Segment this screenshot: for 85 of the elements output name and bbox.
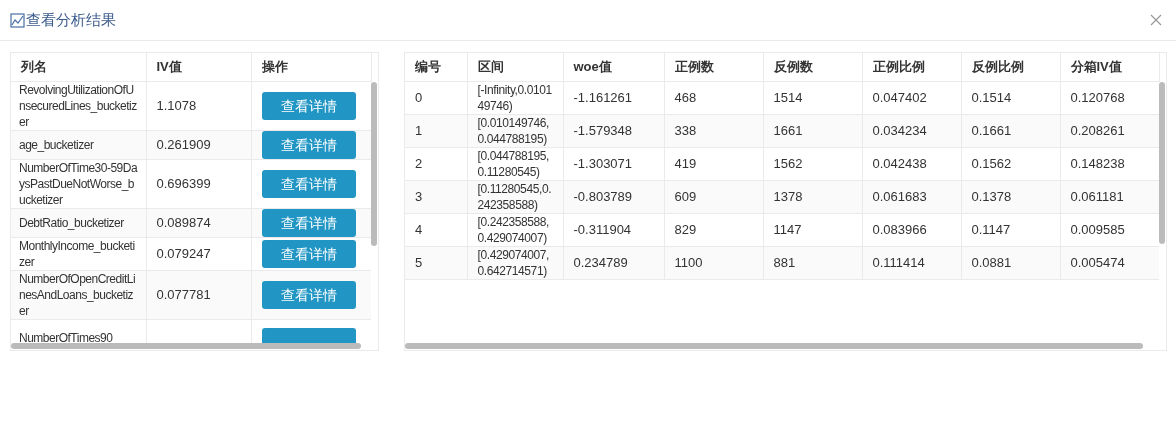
horizontal-scrollbar[interactable] [405,343,1143,349]
close-icon[interactable] [1150,14,1162,26]
table-cell: 0.061181 [1070,189,1124,204]
table-cell: 0.261909 [156,136,211,152]
table-cell: 0.009585 [1070,222,1125,237]
table-cell: NumberOfTime30-59DaysPastDueNotWorse_bucketizer [19,160,138,207]
chart-icon [10,12,25,28]
column-header: 操作 [261,59,288,74]
table-cell: -0.803789 [573,189,633,204]
column-header: 区间 [477,59,504,74]
column-header: woe值 [573,59,612,74]
view-details-button[interactable]: 查看详情 [261,208,356,237]
table-cell: [0.010149746,0.044788195) [477,116,550,146]
table-cell: RevolvingUtilizationOfUnsecuredLines_bucketizer [19,82,137,129]
view-details-button[interactable]: 查看详情 [261,130,356,159]
table-cell: 419 [674,156,697,171]
table-cell: NumberOfOpenCreditLinesAndLoans_bucketizer [19,271,136,318]
table-cell: 0.089874 [156,214,211,230]
table-cell: 0.148238 [1070,156,1125,171]
table-cell: -1.303071 [573,156,633,171]
table-cell: 0.034234 [872,123,927,138]
column-header: 编号 [415,59,441,74]
table-cell: DebtRatio_bucketizer [19,215,124,230]
table-cell: 0.208261 [1070,123,1125,138]
table-cell: 1661 [773,123,803,138]
table-cell: 1514 [773,89,803,105]
table-cell: [0.044788195,0.11280545) [477,149,550,179]
table-cell: [0.242358588,0.429074007) [477,215,550,245]
table-cell: 0.1378 [971,189,1012,204]
view-details-button[interactable]: 查看详情 [261,280,356,309]
table-cell: 609 [674,189,697,204]
view-details-button[interactable]: 查看详情 [261,91,356,120]
table-cell: -0.311904 [573,222,632,237]
table-cell: -1.161261 [573,89,633,105]
column-header: 正例比例 [872,59,925,74]
table-cell: MonthlyIncome_bucketizer [19,238,135,269]
view-details-button[interactable]: 查看详情 [261,239,356,268]
table-cell: 4 [415,222,423,237]
view-details-button[interactable]: 查看详情 [261,169,356,198]
vertical-scrollbar[interactable] [1159,82,1165,244]
horizontal-scrollbar[interactable] [11,343,361,349]
column-header: 反例比例 [971,59,1024,74]
table-cell: 2 [415,156,423,171]
table-cell: 0.111414 [872,255,925,270]
column-header: IV值 [156,59,182,74]
table-cell: 1 [415,123,423,138]
table-cell: 0.042438 [872,156,927,171]
table-cell: 0.1562 [971,156,1012,171]
table-cell: 829 [674,222,697,237]
table-cell: 0.061683 [872,189,927,204]
table-cell: [-Infinity,0.010149746) [477,82,552,113]
table-cell: [0.429074007,0.642714571) [477,248,550,278]
table-cell: 0.1661 [971,123,1012,138]
table-cell: 0.0881 [971,255,1012,270]
table-cell: 0.077781 [156,286,211,302]
table-cell: 0.234789 [573,255,628,270]
table-cell: 0.120768 [1070,89,1125,105]
table-cell: 881 [773,255,796,270]
table-cell: 468 [674,89,697,105]
table-cell: 0.1147 [971,222,1011,237]
table-cell: 1378 [773,189,803,204]
table-cell: 1562 [773,156,803,171]
table-cell: 5 [415,255,423,270]
table-cell: NumberOfTimes90 [19,330,113,344]
dialog-title: 查看分析结果 [26,9,116,30]
table-cell: 0.047402 [872,89,927,105]
column-header: 反例数 [773,59,813,74]
column-header: 正例数 [674,59,714,74]
table-cell: age_bucketizer [19,137,94,152]
column-header: 列名 [21,59,47,74]
table-cell: 0.083966 [872,222,927,237]
table-cell: 1147 [773,222,802,237]
table-cell: 0.696399 [156,175,211,191]
table-cell: 1100 [674,255,703,270]
table-cell: 3 [415,189,423,204]
vertical-scrollbar[interactable] [371,82,377,246]
table-cell: 1.1078 [156,97,197,113]
table-cell: -1.579348 [573,123,633,138]
table-cell: 0.079247 [156,245,211,261]
table-cell: 0.1514 [971,89,1012,105]
table-cell: 338 [674,123,697,138]
column-header: 分箱IV值 [1070,59,1122,74]
table-cell: 0.005474 [1070,255,1125,270]
table-cell: [0.11280545,0.242358588) [477,182,552,212]
table-cell: 0 [415,89,423,105]
